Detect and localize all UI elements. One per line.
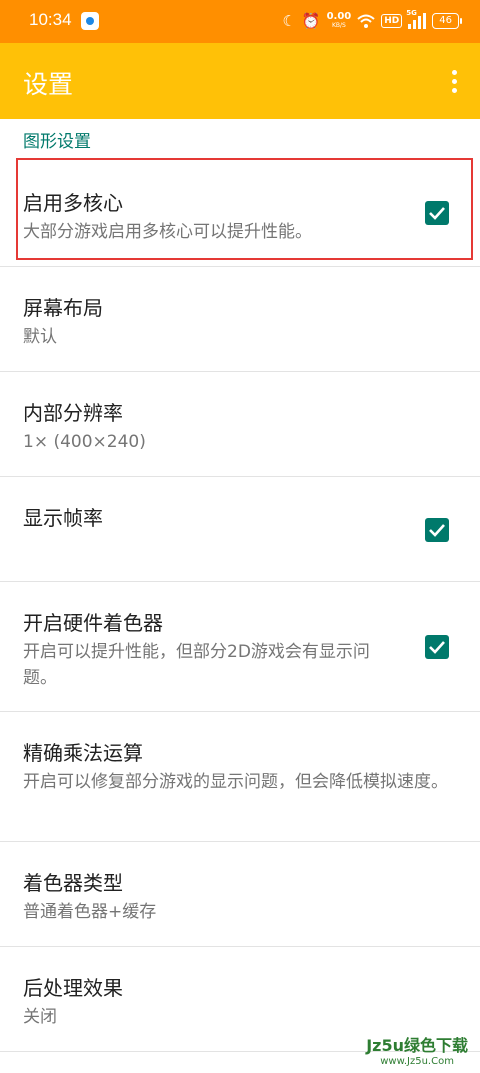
hardware-shader-checkbox[interactable] [425,635,449,659]
more-options-icon[interactable] [450,70,458,94]
app-bar: 设置 [0,43,480,119]
notification-app-icon [81,12,99,30]
network-type: 5G [406,9,417,17]
moon-icon: ☾ [282,12,296,30]
setting-hardware-shader[interactable]: 开启硬件着色器 开启可以提升性能，但部分2D游戏会有显示问题。 [0,581,480,712]
battery-icon: 46 [432,13,462,29]
setting-title: 显示帧率 [23,506,103,530]
setting-title: 启用多核心 [23,191,123,215]
setting-title: 后处理效果 [23,976,123,1000]
setting-title: 精确乘法运算 [23,741,143,765]
setting-shader-type[interactable]: 着色器类型 普通着色器+缓存 [0,841,480,947]
setting-summary: 开启可以提升性能，但部分2D游戏会有显示问题。 [23,642,370,688]
setting-title: 屏幕布局 [23,296,103,320]
show-fps-checkbox[interactable] [425,518,449,542]
check-icon [429,641,445,654]
network-speed-value: 0.00 [326,11,352,22]
setting-title: 着色器类型 [23,871,123,895]
status-icons: ☾ ⏰ 0.00 KB/S HD 5G 46 [282,9,462,33]
check-icon [429,207,445,220]
setting-title: 内部分辨率 [23,401,123,425]
status-bar: 10:34 ☾ ⏰ 0.00 KB/S HD 5G 46 [0,0,480,43]
setting-title: 开启硬件着色器 [23,611,163,635]
setting-summary: 普通着色器+缓存 [23,902,157,922]
setting-summary: 关闭 [23,1007,57,1027]
setting-internal-resolution[interactable]: 内部分辨率 1× (400×240) [0,371,480,477]
setting-accurate-multiplication[interactable]: 精确乘法运算 开启可以修复部分游戏的显示问题，但会降低模拟速度。 [0,711,480,842]
check-icon [429,524,445,537]
setting-multicore[interactable]: 启用多核心 大部分游戏启用多核心可以提升性能。 [0,161,480,267]
setting-show-fps[interactable]: 显示帧率 [0,476,480,582]
section-header: 图形设置 [23,132,91,152]
watermark: Jz5u绿色下载 www.Jz5u.Com [366,1032,468,1067]
page-title: 设置 [23,70,74,99]
setting-summary: 默认 [23,327,57,347]
setting-screen-layout[interactable]: 屏幕布局 默认 [0,266,480,372]
setting-summary: 大部分游戏启用多核心可以提升性能。 [23,222,312,242]
hd-badge: HD [381,14,403,28]
wifi-icon [357,14,375,28]
setting-summary: 开启可以修复部分游戏的显示问题，但会降低模拟速度。 [23,772,448,792]
multicore-checkbox[interactable] [425,201,449,225]
battery-level: 46 [432,13,459,29]
status-time: 10:34 [29,10,72,29]
network-speed: 0.00 KB/S [327,12,352,30]
network-speed-unit: KB/S [331,22,346,29]
alarm-icon: ⏰ [301,12,321,30]
watermark-text: Jz5u绿色下载 [366,1036,468,1055]
signal-icon: 5G [406,9,427,29]
watermark-url: www.Jz5u.Com [380,1056,454,1067]
setting-summary: 1× (400×240) [23,432,146,452]
